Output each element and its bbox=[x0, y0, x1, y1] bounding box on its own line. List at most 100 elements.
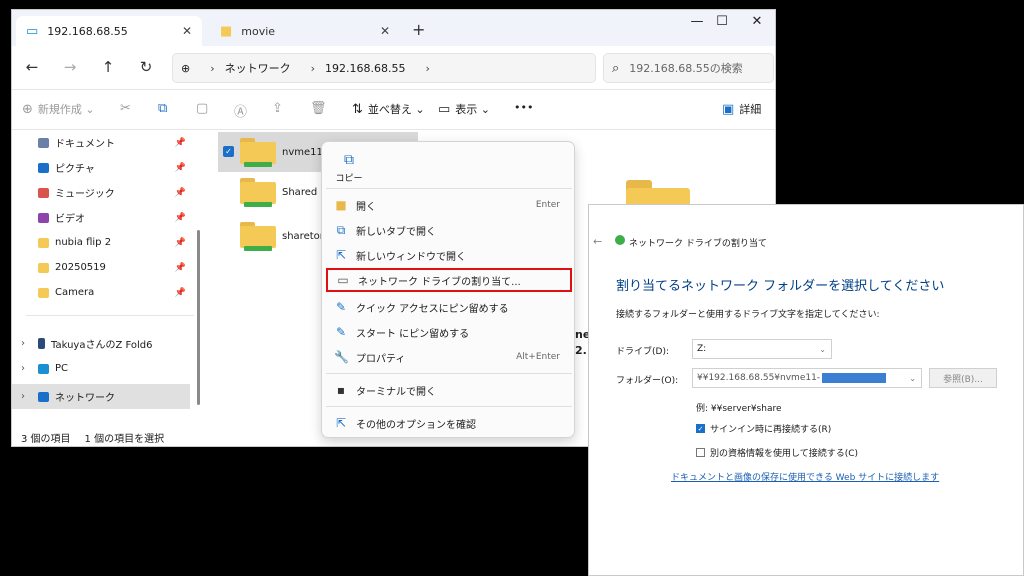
map-drive-icon: ▭ bbox=[337, 273, 349, 287]
pin-icon: 📌 bbox=[174, 187, 186, 198]
refresh-icon[interactable]: ↻ bbox=[136, 58, 156, 76]
menu-item-properties[interactable]: 🔧 プロパティ Alt+Enter bbox=[326, 345, 572, 369]
example-text: 例: ¥¥server¥share bbox=[696, 404, 782, 414]
drive-select[interactable]: Z: ⌄ bbox=[692, 339, 832, 359]
pin-start-icon: ✎ bbox=[335, 325, 347, 339]
view-button[interactable]: ▭ 表示 ⌄ bbox=[438, 101, 490, 117]
command-bar: ⊕ 新規作成 ⌄ ✂ ⧉ ▢ Ⓐ ⇪ 🗑 ⇅ 並べ替え ⌄ ▭ 表示 ⌄ ••• ▣ 詳… bbox=[12, 90, 775, 130]
breadcrumb[interactable]: ⊕ › ネットワーク › 192.168.68.55 › bbox=[172, 53, 596, 83]
chevron-right-icon[interactable]: › bbox=[21, 363, 25, 374]
delete-button[interactable]: 🗑 bbox=[310, 101, 332, 116]
search-input[interactable]: ⌕ 192.168.68.55の検索 bbox=[603, 53, 774, 83]
copy-toolbar-button[interactable]: ⧉ bbox=[158, 101, 172, 116]
cut-button[interactable]: ✂ bbox=[120, 101, 136, 116]
close-icon[interactable]: ✕ bbox=[182, 24, 192, 38]
folder-label: フォルダー(O): bbox=[616, 376, 679, 386]
share-icon: ⇪ bbox=[272, 101, 283, 116]
pin-icon: 📌 bbox=[174, 137, 186, 148]
share-button[interactable]: ⇪ bbox=[272, 101, 288, 116]
chevron-down-icon: ⌄ bbox=[909, 373, 916, 383]
menu-item-pin-quick-access[interactable]: ✎ クイック アクセスにピン留めする bbox=[326, 295, 572, 319]
menu-item-map-network-drive[interactable]: ▭ ネットワーク ドライブの割り当て... bbox=[326, 268, 572, 292]
reconnect-checkbox[interactable]: ✓ サインイン時に再接続する(R) bbox=[696, 422, 831, 435]
new-button[interactable]: ⊕ 新規作成 ⌄ bbox=[22, 101, 95, 117]
browse-button[interactable]: 参照(B)... bbox=[929, 368, 997, 388]
sidebar-item-documents[interactable]: ドキュメント 📌 bbox=[12, 130, 190, 155]
drive-label: ドライブ(D): bbox=[616, 347, 669, 357]
details-label: 詳細 bbox=[739, 103, 762, 116]
network-folder-icon bbox=[240, 138, 276, 167]
breadcrumb-ip[interactable]: 192.168.68.55 bbox=[325, 62, 405, 75]
plus-circle-icon: ⊕ bbox=[22, 101, 33, 117]
menu-item-open[interactable]: ■ 開く Enter bbox=[326, 193, 572, 217]
paste-button[interactable]: ▢ bbox=[196, 101, 213, 116]
sidebar-item-camera[interactable]: Camera 📌 bbox=[12, 280, 190, 305]
tab-movie[interactable]: ■ movie ✕ bbox=[210, 16, 400, 46]
sidebar-item-network[interactable]: › ネットワーク bbox=[12, 384, 190, 409]
view-icon: ▭ bbox=[438, 101, 451, 117]
folder-input[interactable]: ¥¥192.168.68.55¥nvme11- ⌄ bbox=[692, 368, 922, 388]
sidebar-item-pc[interactable]: › PC bbox=[12, 356, 190, 381]
chevron-right-icon[interactable]: › bbox=[21, 338, 25, 349]
other-credentials-checkbox[interactable]: 別の資格情報を使用して接続する(C) bbox=[696, 446, 858, 459]
sort-button[interactable]: ⇅ 並べ替え ⌄ bbox=[352, 101, 425, 117]
maximize-button[interactable]: ☐ bbox=[702, 14, 742, 29]
menu-item-open-new-window[interactable]: ⇱ 新しいウィンドウで開く bbox=[326, 243, 572, 267]
close-icon[interactable]: ✕ bbox=[380, 24, 390, 38]
view-label: 表示 bbox=[455, 103, 478, 116]
up-arrow-icon[interactable]: ↑ bbox=[98, 58, 118, 76]
checkbox-unchecked-icon[interactable] bbox=[696, 448, 705, 457]
menu-item-label: その他のオプションを確認 bbox=[356, 419, 476, 431]
details-button[interactable]: ▣ 詳細 bbox=[722, 101, 761, 117]
map-network-drive-dialog: ← ネットワーク ドライブの割り当て 割り当てるネットワーク フォルダーを選択し… bbox=[588, 204, 1024, 576]
back-arrow-icon[interactable]: ← bbox=[593, 235, 602, 248]
menu-divider bbox=[326, 406, 572, 407]
drive-value: Z: bbox=[697, 344, 707, 354]
pin-icon: 📌 bbox=[174, 162, 186, 173]
folder-icon bbox=[38, 287, 49, 298]
chevron-right-icon[interactable]: › bbox=[21, 391, 25, 402]
forward-arrow-icon[interactable]: → bbox=[60, 58, 80, 76]
sidebar-item-20250519[interactable]: 20250519 📌 bbox=[12, 255, 190, 280]
menu-item-open-new-tab[interactable]: ⧉ 新しいタブで開く bbox=[326, 218, 572, 242]
context-menu: ⧉ コピー ■ 開く Enter ⧉ 新しいタブで開く ⇱ 新しいウィンドウで開… bbox=[321, 141, 575, 438]
item-count: 3 個の項目 bbox=[21, 433, 71, 445]
pin-icon: 📌 bbox=[174, 287, 186, 298]
menu-item-pin-start[interactable]: ✎ スタート にピン留めする bbox=[326, 320, 572, 344]
sidebar-item-music[interactable]: ミュージック 📌 bbox=[12, 180, 190, 205]
copy-icon: ⧉ bbox=[158, 101, 168, 116]
new-tab-button[interactable]: + bbox=[412, 20, 425, 39]
sidebar-item-videos[interactable]: ビデオ 📌 bbox=[12, 205, 190, 230]
tab-label: 192.168.68.55 bbox=[47, 24, 128, 38]
menu-item-open-terminal[interactable]: ▪ ターミナルで開く bbox=[326, 378, 572, 402]
breadcrumb-network[interactable]: ネットワーク bbox=[225, 60, 291, 76]
sidebar-item-pictures[interactable]: ピクチャ 📌 bbox=[12, 155, 190, 180]
menu-divider bbox=[326, 188, 572, 189]
checkbox-checked-icon[interactable]: ✓ bbox=[696, 424, 705, 433]
close-window-button[interactable]: ✕ bbox=[737, 14, 775, 29]
more-options-icon: ⇱ bbox=[335, 416, 347, 430]
website-link[interactable]: ドキュメントと画像の保存に使用できる Web サイトに接続します bbox=[671, 470, 939, 483]
tab-192-168-68-55[interactable]: ▭ 192.168.68.55 ✕ bbox=[16, 16, 202, 46]
globe-icon: ⊕ bbox=[181, 61, 191, 75]
sidebar-item-nubia[interactable]: nubia flip 2 📌 bbox=[12, 230, 190, 255]
new-label: 新規作成 bbox=[37, 103, 82, 116]
menu-item-label: 新しいタブで開く bbox=[356, 226, 436, 238]
menu-item-more-options[interactable]: ⇱ その他のオプションを確認 bbox=[326, 411, 572, 435]
back-arrow-icon[interactable]: ← bbox=[22, 58, 42, 76]
new-tab-icon: ⧉ bbox=[336, 222, 346, 237]
sidebar-scrollbar[interactable] bbox=[197, 230, 200, 405]
other-credentials-label: 別の資格情報を使用して接続する(C) bbox=[710, 449, 859, 459]
network-icon bbox=[38, 391, 49, 402]
trash-icon: 🗑 bbox=[310, 101, 327, 116]
network-folder-icon bbox=[240, 178, 276, 207]
copy-button[interactable]: ⧉ コピー bbox=[332, 152, 366, 184]
wrench-icon: 🔧 bbox=[334, 350, 349, 364]
scissors-icon: ✂ bbox=[120, 101, 131, 116]
clipboard-icon: ▢ bbox=[196, 101, 209, 116]
rename-button[interactable]: Ⓐ bbox=[234, 101, 252, 120]
more-button[interactable]: ••• bbox=[514, 101, 533, 114]
sidebar-item-z-fold6[interactable]: › TakuyaさんのZ Fold6 bbox=[12, 331, 190, 356]
checkbox-checked-icon[interactable]: ✓ bbox=[223, 146, 234, 157]
network-folder-icon bbox=[240, 222, 276, 251]
